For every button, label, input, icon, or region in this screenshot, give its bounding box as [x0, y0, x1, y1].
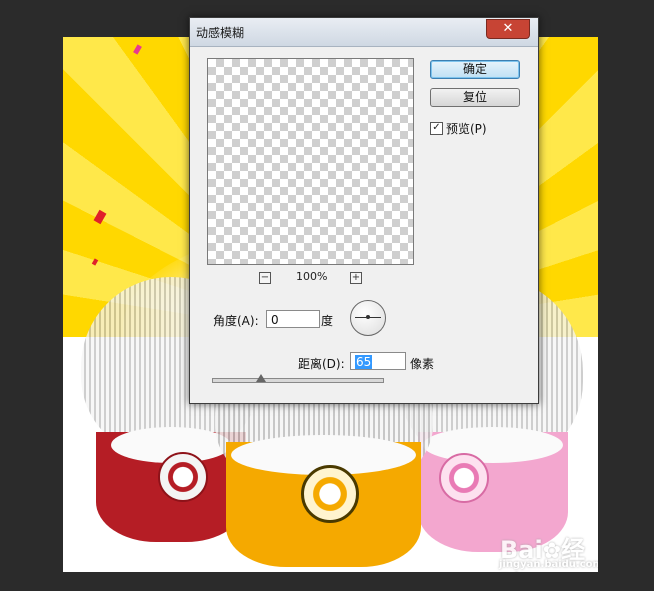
reset-button[interactable]: 复位: [430, 88, 520, 107]
distance-slider[interactable]: [212, 378, 384, 383]
preview-pane[interactable]: [207, 58, 414, 265]
distance-value: 65: [355, 355, 373, 369]
zoom-out-button[interactable]: −: [259, 272, 271, 284]
heater-band: [423, 427, 563, 463]
distance-label: 距离(D):: [298, 357, 345, 371]
close-button[interactable]: ✕: [486, 19, 530, 39]
heater-knob: [158, 452, 208, 502]
distance-unit: 像素: [410, 357, 435, 371]
dialog-titlebar[interactable]: 动感模糊 ✕: [190, 18, 538, 47]
angle-input[interactable]: 0: [266, 310, 320, 328]
angle-value: 0: [271, 313, 279, 327]
ok-button[interactable]: 确定: [430, 60, 520, 79]
watermark-url: jingyan.baidu.com: [499, 559, 598, 570]
distance-slider-thumb[interactable]: [256, 374, 266, 382]
close-icon: ✕: [502, 21, 514, 36]
preview-checkbox[interactable]: ✓: [430, 122, 443, 135]
dial-center: [366, 315, 370, 319]
angle-dial[interactable]: [350, 300, 386, 336]
zoom-level: 100%: [296, 270, 328, 283]
angle-label: 角度(A):: [213, 314, 259, 328]
preview-checkbox-label[interactable]: 预览(P): [446, 120, 487, 137]
zoom-in-button[interactable]: +: [350, 272, 362, 284]
dialog-title: 动感模糊: [196, 26, 245, 40]
heater-knob: [439, 453, 489, 503]
heater-knob: [301, 465, 359, 523]
motion-blur-dialog: 动感模糊 ✕ − 100% + 确定 复位 ✓ 预览(P) 角度(A): 0 度…: [189, 17, 539, 404]
distance-input[interactable]: 65: [350, 352, 406, 370]
angle-unit: 度: [321, 314, 334, 328]
